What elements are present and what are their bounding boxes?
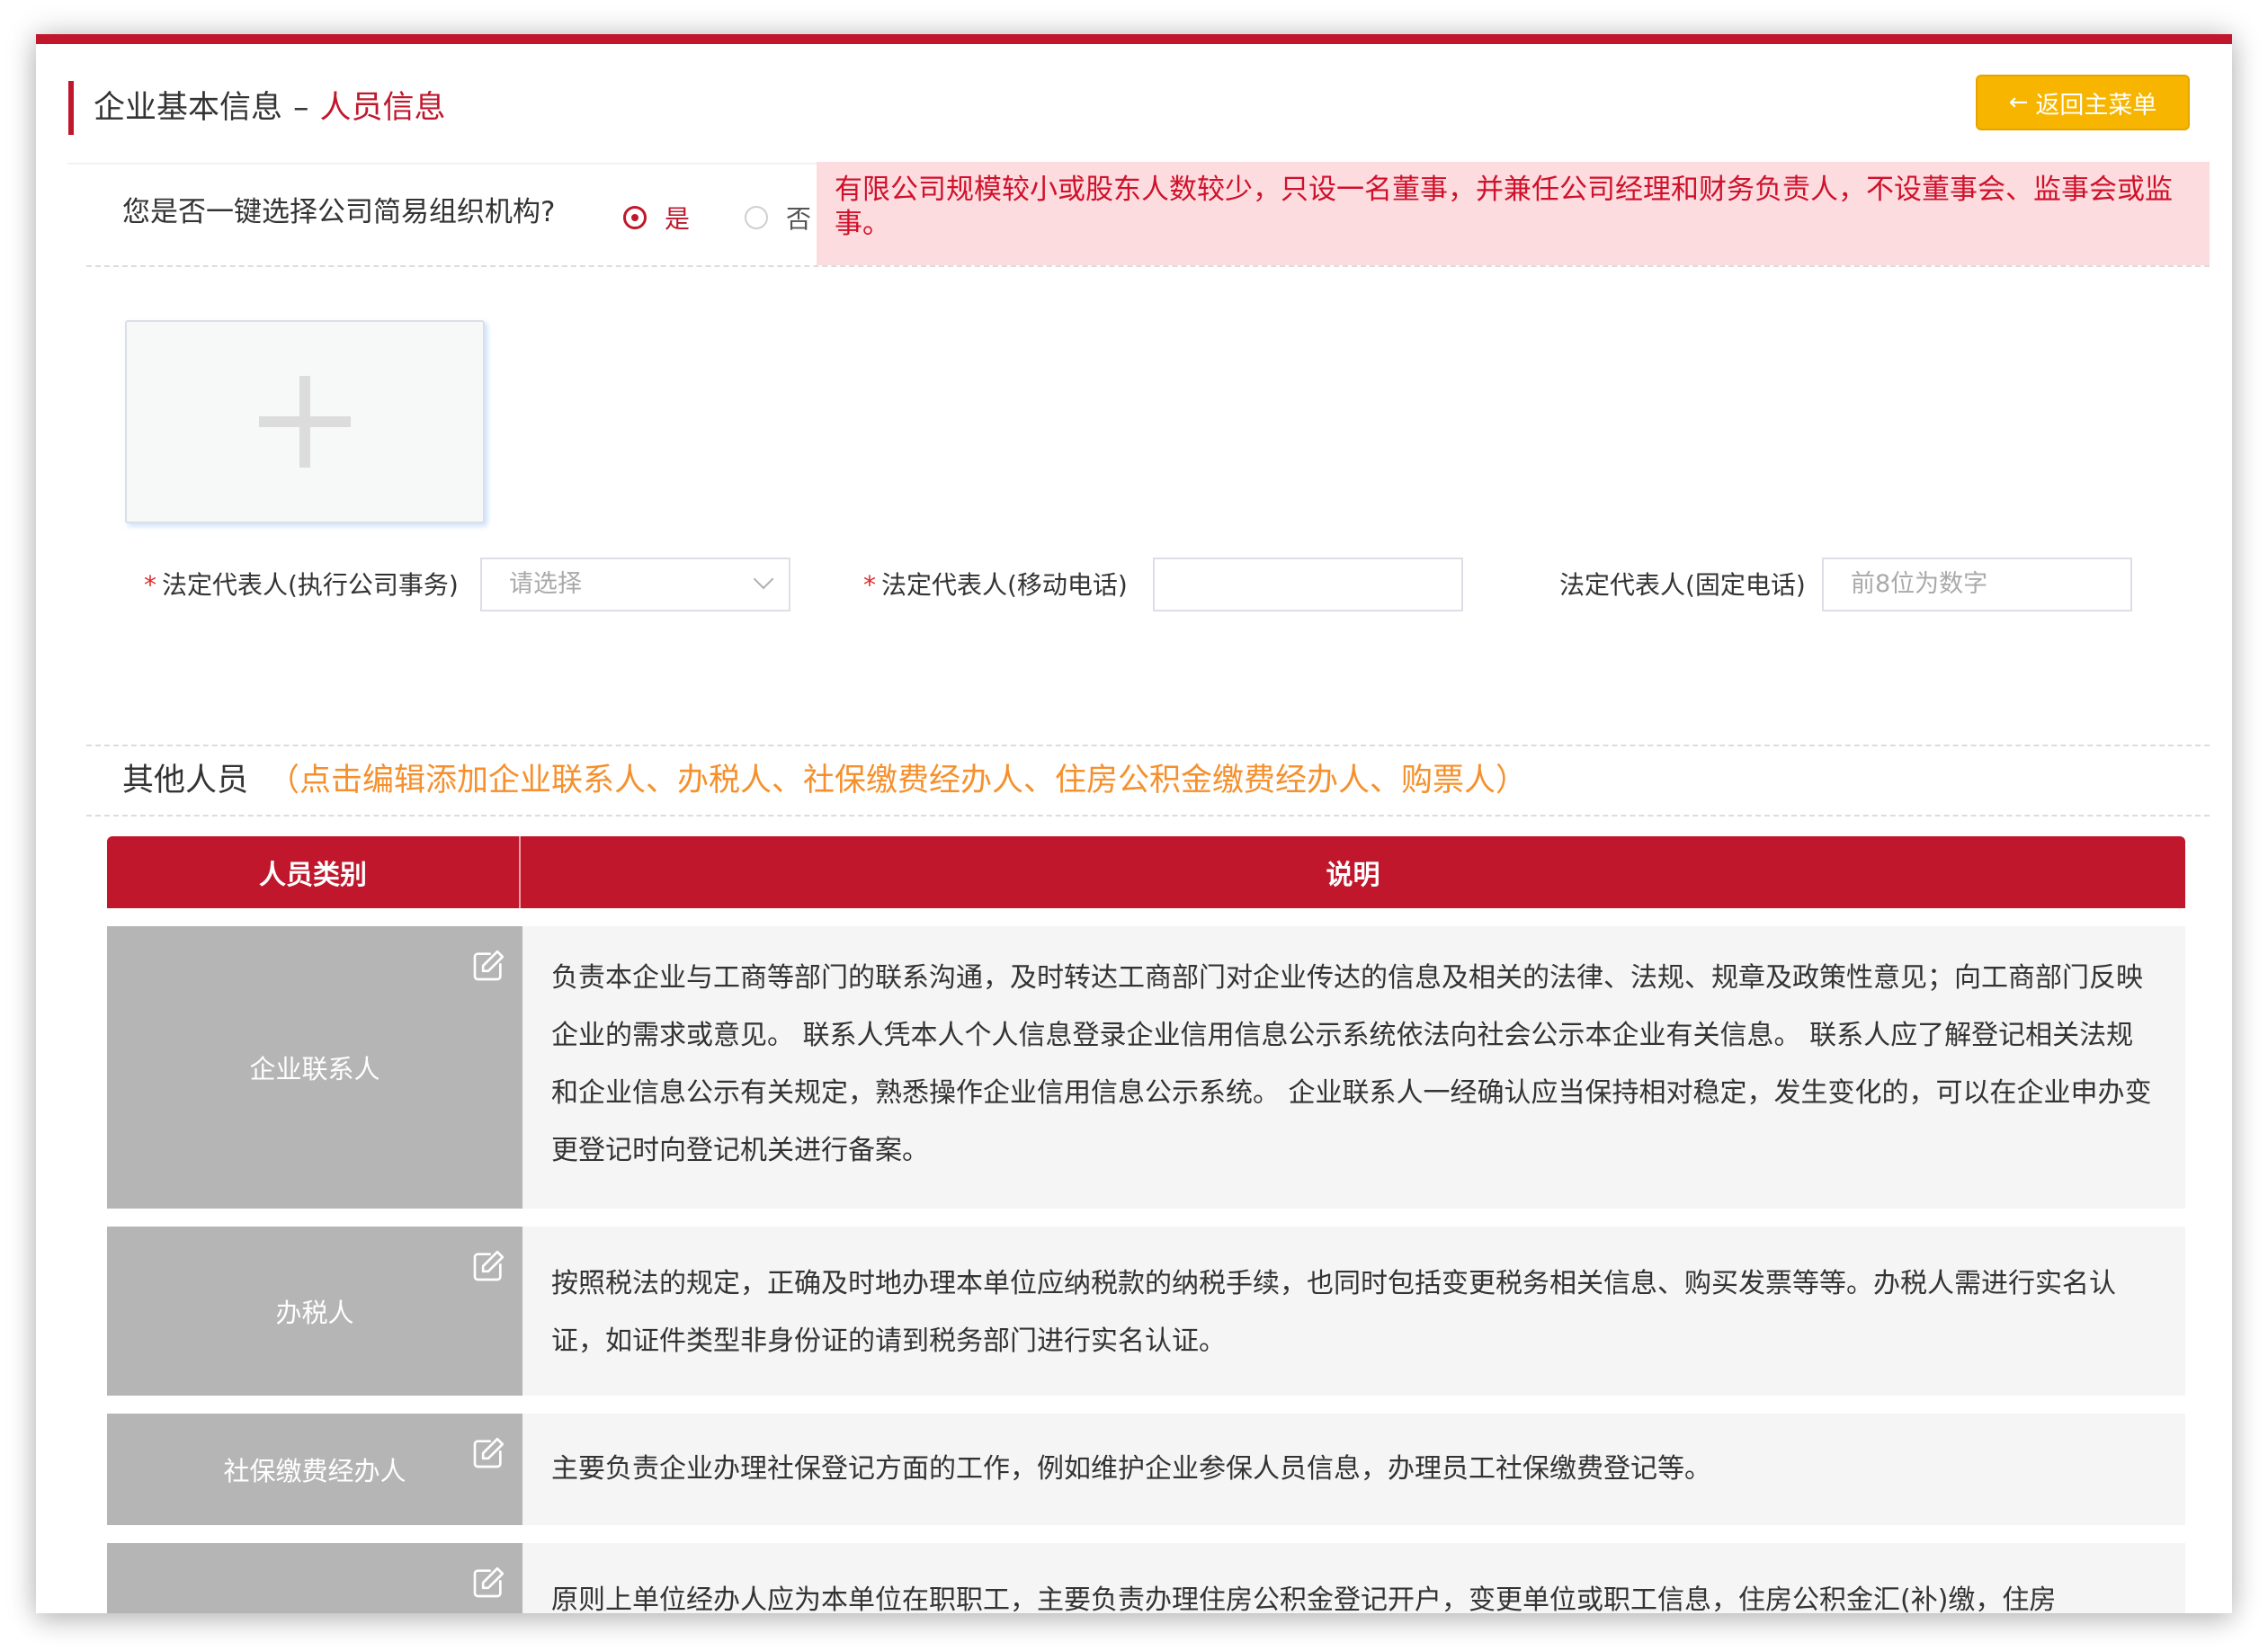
edit-icon[interactable] [470, 1435, 506, 1471]
column-header-category: 人员类别 [107, 836, 521, 908]
other-personnel-hint: （点击编辑添加企业联系人、办税人、社保缴费经办人、住房公积金缴费经办人、购票人） [268, 763, 1528, 799]
edit-icon[interactable] [470, 948, 506, 984]
legal-rep-label-text: 法定代表人(执行公司事务) [162, 570, 459, 600]
mobile-input[interactable] [1153, 558, 1463, 611]
landline-label: 法定代表人(固定电话) [1559, 570, 1806, 600]
mobile-label: * 法定代表人(移动电话) [863, 558, 1128, 613]
category-label: 办税人 [275, 1298, 354, 1328]
table-row: 原则上单位经办人应为本单位在职职工，主要负责办理住房公积金登记开户，变更单位或职… [107, 1543, 2185, 1613]
required-mark: * [863, 570, 876, 600]
radio-yes-label: 是 [665, 204, 691, 234]
simple-org-question: 您是否一键选择公司简易组织机构? [122, 196, 556, 228]
column-header-description: 说明 [1326, 860, 1380, 891]
category-cell[interactable]: 办税人 [107, 1227, 522, 1396]
simple-org-notice: 有限公司规模较小或股东人数较少，只设一名董事，并兼任公司经理和财务负责人，不设董… [817, 162, 2210, 265]
category-cell[interactable]: 企业联系人 [107, 926, 522, 1209]
divider [86, 265, 2210, 267]
landline-input[interactable]: 前8位为数字 [1822, 558, 2132, 611]
radio-no[interactable]: 否 [745, 200, 811, 236]
title-sub: 人员信息 [319, 90, 446, 126]
app-window: 企业基本信息 – 人员信息 ← 返回主菜单 您是否一键选择公司简易组织机构? 是 否… [36, 34, 2232, 1613]
description-cell: 原则上单位经办人应为本单位在职职工，主要负责办理住房公积金登记开户，变更单位或职… [551, 1584, 2057, 1613]
category-label: 企业联系人 [249, 1054, 380, 1084]
other-personnel-title: 其他人员 （点击编辑添加企业联系人、办税人、社保缴费经办人、住房公积金缴费经办人、… [122, 755, 1527, 806]
arrow-left-icon: ← [2008, 89, 2029, 116]
description-cell: 主要负责企业办理社保登记方面的工作，例如维护企业参保人员信息，办理员工社保缴费登… [551, 1453, 1711, 1485]
other-personnel-heading: 其他人员 [122, 763, 249, 799]
edit-icon[interactable] [470, 1248, 506, 1284]
edit-icon[interactable] [470, 1565, 506, 1601]
personnel-table: 人员类别 说明 企业联系人 负责本企业与工商等部门的联系沟通，及时转达工商部门对… [107, 836, 2185, 1613]
legal-rep-label: * 法定代表人(执行公司事务) [144, 558, 459, 613]
radio-yes[interactable]: 是 [623, 200, 690, 236]
radio-checked-icon [623, 206, 647, 229]
radio-unchecked-icon [745, 206, 768, 229]
table-row: 企业联系人 负责本企业与工商等部门的联系沟通，及时转达工商部门对企业传达的信息及… [107, 926, 2185, 1209]
legal-rep-select[interactable]: 请选择 [480, 558, 790, 611]
divider [86, 745, 2210, 746]
mobile-label-text: 法定代表人(移动电话) [881, 570, 1128, 600]
page-title: 企业基本信息 – 人员信息 [94, 79, 446, 137]
table-header: 人员类别 说明 [107, 836, 2185, 908]
category-label: 社保缴费经办人 [223, 1456, 406, 1486]
back-to-menu-button[interactable]: ← 返回主菜单 [1976, 75, 2190, 130]
description-cell: 按照税法的规定，正确及时地办理本单位应纳税款的纳税手续，也同时包括变更税务相关信… [551, 1268, 2116, 1357]
table-row: 社保缴费经办人 主要负责企业办理社保登记方面的工作，例如维护企业参保人员信息，办… [107, 1414, 2185, 1525]
photo-upload-box[interactable] [125, 320, 485, 523]
divider [86, 815, 2210, 817]
title-main: 企业基本信息 [94, 90, 283, 126]
table-row: 办税人 按照税法的规定，正确及时地办理本单位应纳税款的纳税手续，也同时包括变更税… [107, 1227, 2185, 1396]
title-accent [68, 81, 74, 135]
chevron-down-icon [753, 568, 774, 590]
top-accent-bar [36, 34, 2232, 44]
radio-no-label: 否 [786, 204, 812, 234]
category-cell[interactable]: 社保缴费经办人 [107, 1414, 522, 1525]
back-button-label: 返回主菜单 [2035, 91, 2157, 120]
simple-org-row: 您是否一键选择公司简易组织机构? 是 否 有限公司规模较小或股东人数较少，只设一… [86, 162, 2210, 267]
required-mark: * [144, 570, 156, 600]
other-personnel-section: 其他人员 （点击编辑添加企业联系人、办税人、社保缴费经办人、住房公积金缴费经办人、… [86, 745, 2210, 817]
category-cell[interactable] [107, 1543, 522, 1613]
title-separator: – [293, 90, 309, 126]
legal-rep-placeholder: 请选择 [509, 570, 582, 598]
description-cell: 负责本企业与工商等部门的联系沟通，及时转达工商部门对企业传达的信息及相关的法律、… [551, 962, 2152, 1166]
legal-rep-form-row: * 法定代表人(执行公司事务) 请选择 * 法定代表人(移动电话) 法定代表人(固定… [36, 558, 2232, 613]
